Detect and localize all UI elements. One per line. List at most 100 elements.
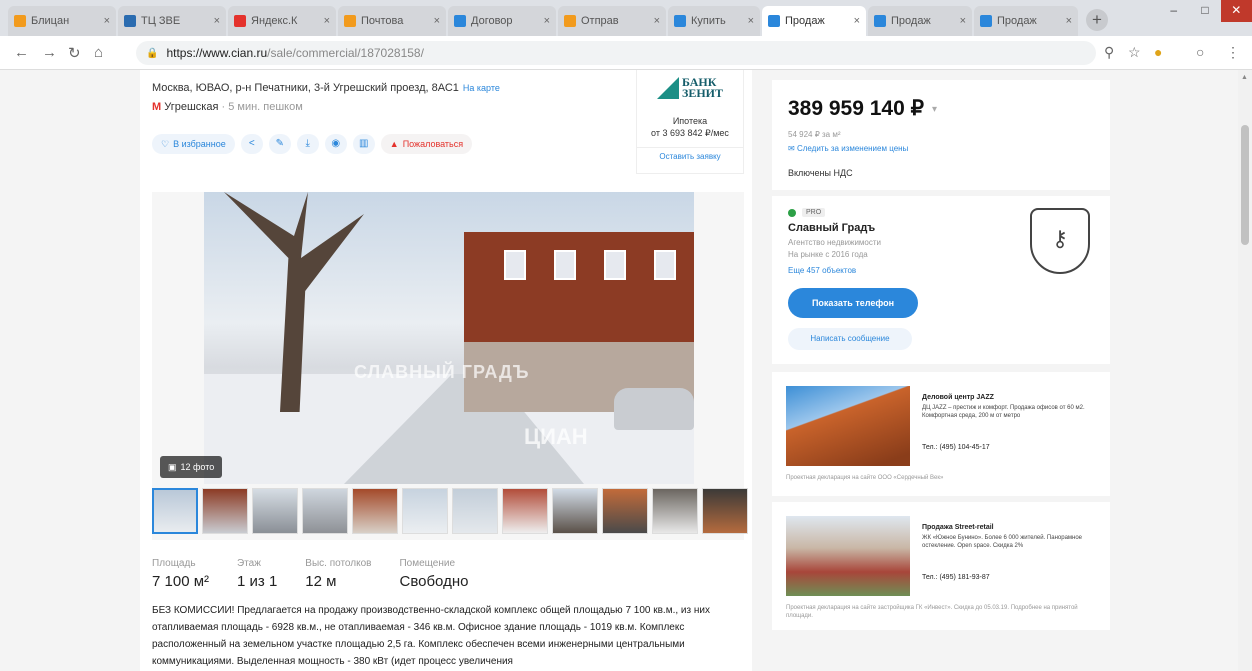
browser-tab[interactable]: Продаж × xyxy=(974,6,1078,36)
follow-price-link[interactable]: ✉ Следить за изменением цены xyxy=(788,144,908,153)
favorite-button[interactable]: ♡ В избранное xyxy=(152,134,235,154)
profile-icon[interactable]: ○ xyxy=(1196,44,1204,60)
write-message-button[interactable]: Написать сообщение xyxy=(788,328,912,350)
map-link[interactable]: На карте xyxy=(463,83,500,93)
view-icon[interactable]: ◉ xyxy=(324,134,347,154)
tab-close-icon[interactable]: × xyxy=(854,15,860,27)
browser-tab[interactable]: Продаж × xyxy=(868,6,972,36)
tab-close-icon[interactable]: × xyxy=(960,15,966,27)
thumbnail[interactable] xyxy=(602,488,648,534)
agent-card: PRO Славный Градъ Агентство недвижимости… xyxy=(772,196,1110,364)
tab-favicon-icon xyxy=(980,15,992,27)
thumbnail-strip xyxy=(152,488,748,534)
site-watermark: ЦИАН xyxy=(524,424,588,449)
extension-icon[interactable]: ● xyxy=(1154,44,1162,60)
param-label: Помещение xyxy=(399,558,456,569)
browser-tab[interactable]: Купить × xyxy=(668,6,760,36)
ad-image[interactable] xyxy=(786,386,910,466)
browser-tab[interactable]: Яндекс.К × xyxy=(228,6,336,36)
share-icon[interactable]: < xyxy=(240,134,263,154)
tab-title: Яндекс.К xyxy=(251,15,298,27)
price-history-icon[interactable]: ▾ xyxy=(932,104,937,115)
tab-close-icon[interactable]: × xyxy=(654,15,660,27)
agency-logo-icon[interactable]: ⚷ xyxy=(1030,208,1090,274)
close-window-button[interactable]: ✕ xyxy=(1220,0,1252,22)
tab-close-icon[interactable]: × xyxy=(434,15,440,27)
show-phone-button[interactable]: Показать телефон xyxy=(788,288,918,318)
agent-since: На рынке с 2016 года xyxy=(788,250,868,259)
complain-button[interactable]: ▲ Пожаловаться xyxy=(380,134,473,154)
bank-mortgage-widget[interactable]: БАНК ЗЕНИТ Ипотека от 3 693 842 ₽/мес Оста… xyxy=(636,70,744,174)
tab-title: Продаж xyxy=(891,15,931,27)
tab-close-icon[interactable]: × xyxy=(544,15,550,27)
ad-card[interactable]: Деловой центр JAZZ ДЦ JAZZ – престиж и к… xyxy=(772,372,1110,496)
listing-description: БЕЗ КОМИССИИ! Предлагается на продажу пр… xyxy=(152,605,710,667)
tab-close-icon[interactable]: × xyxy=(1066,15,1072,27)
minimize-button[interactable]: – xyxy=(1158,0,1189,22)
tab-close-icon[interactable]: × xyxy=(104,15,110,27)
menu-icon[interactable]: ⋮ xyxy=(1226,44,1240,61)
address-bar[interactable]: 🔒 https://www.cian.ru/sale/commercial/18… xyxy=(136,41,1096,65)
mortgage-request-link[interactable]: Оставить заявку xyxy=(637,147,743,161)
page-scrollbar[interactable]: ▲ xyxy=(1238,70,1252,671)
home-icon[interactable]: ⌂ xyxy=(94,44,103,61)
param-value: 7 100 м² xyxy=(152,573,210,590)
thumbnail[interactable] xyxy=(702,488,748,534)
browser-tab[interactable]: Договор × xyxy=(448,6,556,36)
thumbnail[interactable] xyxy=(552,488,598,534)
zoom-icon[interactable]: ⚲ xyxy=(1104,44,1114,61)
camera-icon: ▣ xyxy=(168,461,177,472)
thumbnail[interactable] xyxy=(352,488,398,534)
ad-note: Проектная декларация на сайте ООО «Серде… xyxy=(786,475,944,481)
metro-station[interactable]: Угрешская xyxy=(164,101,218,113)
tab-close-icon[interactable]: × xyxy=(324,15,330,27)
page-content: Москва, ЮВАО, р-н Печатники, 3-й Угрешск… xyxy=(0,70,1238,671)
photo-count-badge[interactable]: ▣ 12 фото xyxy=(160,456,223,478)
browser-tab[interactable]: Почтова × xyxy=(338,6,446,36)
browser-tab[interactable]: Блицан × xyxy=(8,6,116,36)
listing-params: Площадь 7 100 м² Этаж 1 из 1 Выс. потолков 12… xyxy=(152,558,468,590)
tab-title: Продаж xyxy=(997,15,1037,27)
reload-icon[interactable]: ↻ xyxy=(68,44,81,62)
heart-icon: ♡ xyxy=(161,138,170,149)
ad-title[interactable]: Продажа Street-retail xyxy=(922,524,994,531)
thumbnail[interactable] xyxy=(202,488,248,534)
tab-close-icon[interactable]: × xyxy=(214,15,220,27)
thumbnail[interactable] xyxy=(252,488,298,534)
edit-icon[interactable]: ✎ xyxy=(268,134,291,154)
browser-tab[interactable]: Отправ × xyxy=(558,6,666,36)
agent-name[interactable]: Славный Градъ xyxy=(788,222,875,234)
agent-type: Агентство недвижимости xyxy=(788,238,881,247)
forward-icon[interactable]: → xyxy=(42,44,57,61)
compare-icon[interactable]: ▥ xyxy=(352,134,375,154)
metro-walk-time: · 5 мин. пешком xyxy=(221,101,303,113)
thumbnail[interactable] xyxy=(652,488,698,534)
window-controls: – □ ✕ xyxy=(1158,0,1252,22)
ad-image[interactable] xyxy=(786,516,910,596)
download-icon[interactable]: ⤓ xyxy=(296,134,319,154)
thumbnail[interactable] xyxy=(452,488,498,534)
param-item: Выс. потолков 12 м xyxy=(305,558,371,590)
thumbnail[interactable] xyxy=(402,488,448,534)
thumbnail[interactable] xyxy=(152,488,198,534)
new-tab-button[interactable]: + xyxy=(1086,9,1108,31)
browser-tab[interactable]: ТЦ ЗВЕ × xyxy=(118,6,226,36)
bookmark-star-icon[interactable]: ☆ xyxy=(1128,44,1141,61)
back-icon[interactable]: ← xyxy=(14,44,29,61)
thumbnail[interactable] xyxy=(302,488,348,534)
maximize-button[interactable]: □ xyxy=(1189,0,1220,22)
browser-tab[interactable]: Продаж × xyxy=(762,6,866,36)
scrollbar-thumb[interactable] xyxy=(1241,125,1249,245)
ad-title[interactable]: Деловой центр JAZZ xyxy=(922,394,994,401)
scroll-up-icon[interactable]: ▲ xyxy=(1241,74,1248,81)
metro-info: M Угрешская · 5 мин. пешком xyxy=(152,101,303,113)
listing-main: Москва, ЮВАО, р-н Печатники, 3-й Угрешск… xyxy=(140,70,752,671)
agent-objects-link[interactable]: Еще 457 объектов xyxy=(788,266,856,275)
thumbnail[interactable] xyxy=(502,488,548,534)
param-label: Выс. потолков xyxy=(305,558,372,569)
tab-title: Блицан xyxy=(31,15,70,27)
main-photo[interactable]: СЛАВНЫЙ ГРАДЪ ЦИАН xyxy=(204,192,694,484)
tab-close-icon[interactable]: × xyxy=(748,15,754,27)
ad-card[interactable]: Продажа Street-retail ЖК «Южное Бунино».… xyxy=(772,502,1110,630)
vat-info: Включены НДС xyxy=(788,168,853,178)
